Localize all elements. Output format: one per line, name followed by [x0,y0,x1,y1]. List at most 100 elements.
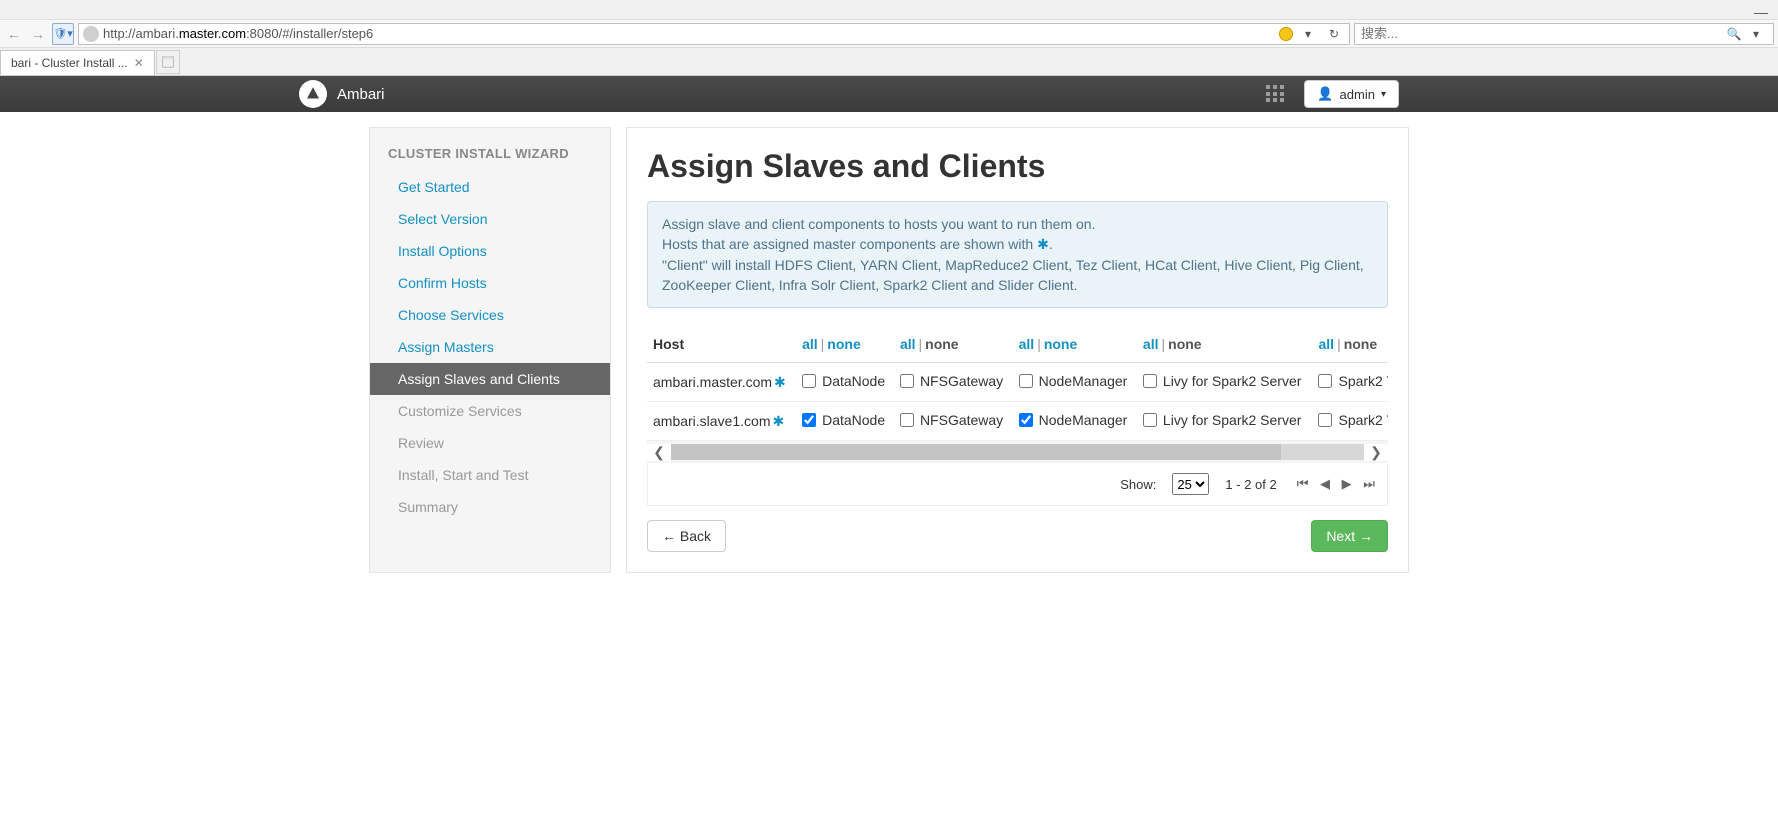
component-cell: NodeManager [1013,402,1137,441]
forward-icon[interactable]: → [28,24,48,44]
select-none-link[interactable]: none [925,336,958,352]
component-cell: NodeManager [1013,363,1137,402]
window-titlebar: — [0,0,1778,20]
component-cell: DataNode [796,363,894,402]
horizontal-scrollbar[interactable]: ❮ ❯ [647,441,1388,463]
sidebar-item: Summary [370,491,610,523]
sidebar-item[interactable]: Confirm Hosts [370,267,610,299]
hosts-table: Hostall|noneall|noneall|noneall|noneall|… [647,326,1388,441]
host-cell: ambari.master.com✱ [647,363,796,402]
brand-logo[interactable]: Ambari [299,80,385,108]
select-none-link[interactable]: none [1044,336,1077,352]
logo-icon [299,80,327,108]
checkbox-input[interactable] [1143,374,1157,388]
sidebar-item[interactable]: Select Version [370,203,610,235]
scroll-thumb[interactable] [671,444,1281,460]
component-checkbox[interactable]: NodeManager [1019,373,1128,389]
col-header: all|none [796,326,894,363]
component-label: DataNode [822,412,885,428]
sidebar-item[interactable]: Assign Slaves and Clients [370,363,610,395]
browser-tab[interactable]: bari - Cluster Install ... ✕ [0,50,155,75]
component-checkbox[interactable]: Livy for Spark2 Server [1143,373,1302,389]
browser-search[interactable]: 🔍 ▾ [1354,23,1774,45]
select-all-link[interactable]: all [1019,336,1035,352]
next-page-icon[interactable]: ▶ [1338,476,1356,491]
select-none-link[interactable]: none [827,336,860,352]
component-label: Livy for Spark2 Server [1163,412,1302,428]
dropdown-icon[interactable]: ▾ [1297,27,1319,41]
checkbox-input[interactable] [900,413,914,427]
refresh-icon[interactable]: ↻ [1323,27,1345,41]
search-input[interactable] [1361,26,1723,41]
component-checkbox[interactable]: Spark2 Thrift Server [1318,373,1388,389]
component-checkbox[interactable]: NodeManager [1019,412,1128,428]
component-checkbox[interactable]: Spark2 Thrift Server [1318,412,1388,428]
table-row: ambari.slave1.com✱DataNodeNFSGatewayNode… [647,402,1388,441]
admin-label: admin [1340,87,1375,102]
component-checkbox[interactable]: DataNode [802,373,885,389]
component-checkbox[interactable]: NFSGateway [900,412,1003,428]
checkbox-input[interactable] [900,374,914,388]
select-all-link[interactable]: all [900,336,916,352]
caret-down-icon: ▾ [1381,89,1386,100]
component-cell: Livy for Spark2 Server [1137,402,1313,441]
scroll-right-icon[interactable]: ❯ [1364,444,1388,461]
component-label: NFSGateway [920,412,1003,428]
component-label: NodeManager [1039,373,1128,389]
minimize-icon[interactable]: — [1754,4,1768,20]
first-page-icon[interactable]: ⏮ [1293,476,1313,491]
new-tab-button[interactable] [156,50,180,74]
checkbox-input[interactable] [1318,374,1332,388]
info-line-2: Hosts that are assigned master component… [662,234,1373,254]
prev-page-icon[interactable]: ◀ [1316,476,1334,491]
shield-button[interactable]: 🛡▾ [52,23,74,45]
sidebar-item[interactable]: Get Started [370,171,610,203]
security-indicator-icon [1279,27,1293,41]
scroll-track[interactable] [671,444,1364,460]
component-checkbox[interactable]: NFSGateway [900,373,1003,389]
info-box: Assign slave and client components to ho… [647,201,1388,308]
select-all-link[interactable]: all [802,336,818,352]
scroll-left-icon[interactable]: ❮ [647,444,671,461]
select-none-link[interactable]: none [1344,336,1377,352]
close-tab-icon[interactable]: ✕ [134,56,144,70]
checkbox-input[interactable] [1143,413,1157,427]
checkbox-input[interactable] [1019,413,1033,427]
table-row: ambari.master.com✱ DataNode NFSGateway Node… [647,363,1388,402]
checkbox-input[interactable] [802,374,816,388]
apps-menu-icon[interactable] [1266,85,1284,103]
favicon-icon [83,26,99,42]
back-icon[interactable]: ← [4,24,24,44]
sidebar-heading: CLUSTER INSTALL WIZARD [370,146,610,171]
back-button[interactable]: ← Back [647,520,726,552]
select-all-link[interactable]: all [1143,336,1159,352]
asterisk-icon: ✱ [1037,236,1049,252]
search-icon[interactable]: 🔍 [1723,27,1745,41]
wizard-sidebar: CLUSTER INSTALL WIZARD Get StartedSelect… [369,127,611,573]
col-header: all|none [1013,326,1137,363]
checkbox-input[interactable] [1019,374,1033,388]
next-button[interactable]: Next → [1311,520,1388,552]
sidebar-item[interactable]: Choose Services [370,299,610,331]
address-bar[interactable]: http://ambari.master.com:8080/#/installe… [78,23,1350,45]
show-label: Show: [1120,477,1156,492]
sidebar-item[interactable]: Assign Masters [370,331,610,363]
master-asterisk-icon: ✱ [774,374,786,390]
checkbox-input[interactable] [802,413,816,427]
page-size-select[interactable]: 25 [1172,473,1209,495]
component-checkbox[interactable]: Livy for Spark2 Server [1143,412,1302,428]
sidebar-item: Customize Services [370,395,610,427]
col-header: all|none [894,326,1013,363]
search-dropdown-icon[interactable]: ▾ [1745,27,1767,41]
sidebar-item[interactable]: Install Options [370,235,610,267]
info-line-3: "Client" will install HDFS Client, YARN … [662,255,1373,296]
component-checkbox[interactable]: DataNode [802,412,885,428]
app-header: Ambari 👤 admin ▾ [0,76,1778,112]
main-panel: Assign Slaves and Clients Assign slave a… [626,127,1409,573]
component-cell: Spark2 Thrift Server [1312,402,1388,441]
admin-dropdown[interactable]: 👤 admin ▾ [1304,80,1399,108]
select-none-link[interactable]: none [1168,336,1201,352]
select-all-link[interactable]: all [1318,336,1334,352]
checkbox-input[interactable] [1318,413,1332,427]
last-page-icon[interactable]: ⏭ [1359,476,1379,491]
